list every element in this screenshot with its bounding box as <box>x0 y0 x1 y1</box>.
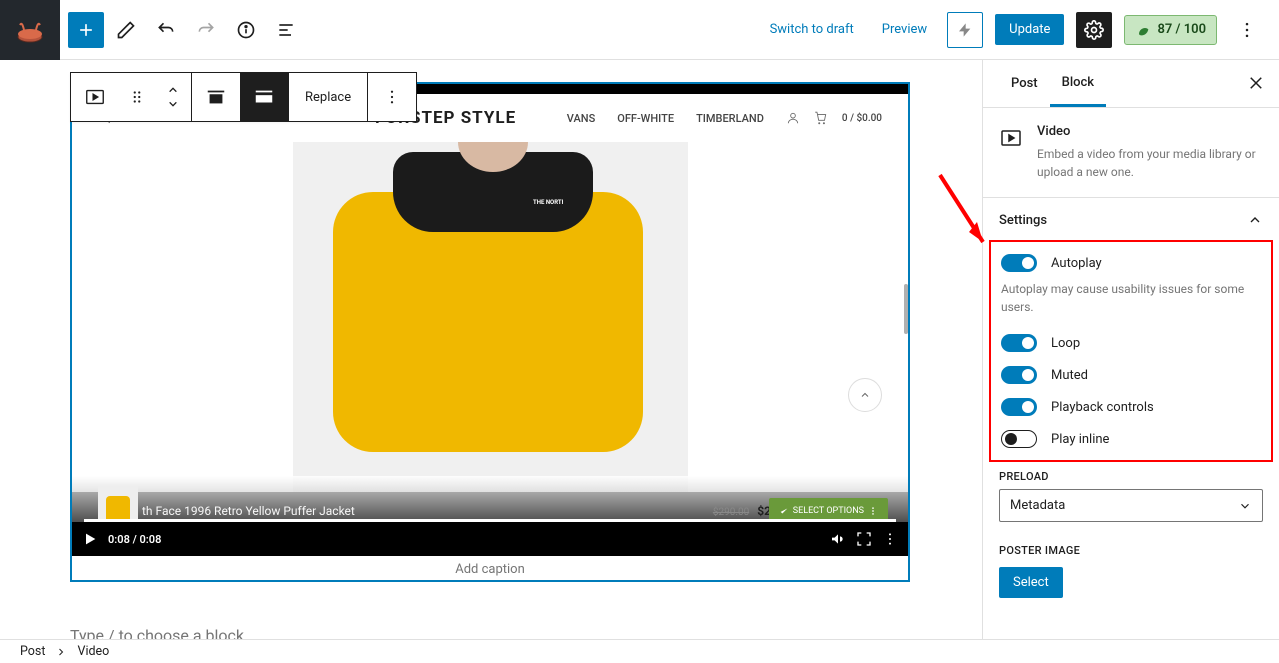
redo-button[interactable] <box>188 12 224 48</box>
edit-mode-button[interactable] <box>108 12 144 48</box>
price-old: $290.00 <box>713 507 749 518</box>
loop-label: Loop <box>1051 336 1080 351</box>
video-caption[interactable]: Add caption <box>72 556 908 580</box>
account-icon <box>786 111 800 125</box>
scroll-indicator <box>904 284 908 334</box>
block-description: Embed a video from your media library or… <box>1037 145 1263 181</box>
cart-total: 0 / $0.00 <box>842 113 882 124</box>
video-block[interactable]: AIR JORDAN YEEZY AIR FORCE 1 FORSTEP STY… <box>70 82 910 582</box>
info-button[interactable] <box>228 12 264 48</box>
loop-toggle[interactable] <box>1001 334 1037 352</box>
nav-link: OFF-WHITE <box>617 112 674 125</box>
close-sidebar-button[interactable] <box>1247 74 1265 92</box>
play-inline-toggle[interactable] <box>1001 430 1037 448</box>
autoplay-toggle[interactable] <box>1001 254 1037 272</box>
svg-text:THE NORTH FACE: THE NORTH FACE <box>533 199 563 206</box>
seo-score-text: 87 / 100 <box>1157 22 1206 37</box>
player-more-icon[interactable] <box>882 531 898 547</box>
breadcrumb-video[interactable]: Video <box>77 644 109 659</box>
preview-link[interactable]: Preview <box>874 16 935 43</box>
seo-score-badge[interactable]: 87 / 100 <box>1124 15 1217 45</box>
preload-select[interactable]: Metadata <box>999 489 1263 522</box>
play-icon[interactable] <box>82 531 98 547</box>
align-button[interactable] <box>192 73 240 121</box>
tab-post[interactable]: Post <box>999 62 1050 105</box>
wide-align-button[interactable] <box>240 73 288 121</box>
breadcrumb-post[interactable]: Post <box>20 644 45 659</box>
muted-label: Muted <box>1051 368 1088 383</box>
chevron-down-icon <box>1238 499 1252 513</box>
fullscreen-icon[interactable] <box>856 531 872 547</box>
volume-icon[interactable] <box>830 531 846 547</box>
replace-button[interactable]: Replace <box>289 73 367 121</box>
play-inline-label: Play inline <box>1051 432 1109 447</box>
more-options-button[interactable] <box>1229 12 1265 48</box>
product-area: THE NORTH FACE <box>72 142 908 492</box>
brand-logo[interactable] <box>0 0 60 60</box>
preload-label: PRELOAD <box>999 470 1263 483</box>
add-block-button[interactable] <box>68 12 104 48</box>
amp-button[interactable] <box>947 12 983 48</box>
settings-sidebar: Post Block Video Embed a video from your… <box>982 60 1279 641</box>
outline-button[interactable] <box>268 12 304 48</box>
breadcrumb: Post Video <box>0 639 1279 663</box>
update-button[interactable]: Update <box>995 14 1064 45</box>
block-title: Video <box>1037 124 1263 139</box>
chevron-right-icon <box>55 646 67 658</box>
chevron-up-icon <box>1247 212 1263 228</box>
video-icon <box>999 126 1023 150</box>
poster-image-label: POSTER IMAGE <box>999 544 1263 557</box>
autoplay-label: Autoplay <box>1051 256 1102 271</box>
nav-link: TIMBERLAND <box>696 112 764 125</box>
switch-to-draft-link[interactable]: Switch to draft <box>762 16 862 43</box>
tab-block[interactable]: Block <box>1050 61 1106 107</box>
playback-controls-label: Playback controls <box>1051 400 1154 415</box>
settings-panel-header[interactable]: Settings <box>983 198 1279 242</box>
block-toolbar: Replace <box>70 72 417 122</box>
scroll-top-button <box>848 378 882 412</box>
editor-canvas[interactable]: Replace AIR JORDAN YEEZY AIR FORCE 1 <box>0 60 982 641</box>
block-type-button[interactable] <box>71 73 119 121</box>
nav-link: VANS <box>567 112 595 125</box>
playback-controls-toggle[interactable] <box>1001 398 1037 416</box>
time-display: 0:08 / 0:08 <box>108 533 161 546</box>
product-title: th Face 1996 Retro Yellow Puffer Jacket <box>142 504 355 518</box>
undo-button[interactable] <box>148 12 184 48</box>
block-more-button[interactable] <box>368 73 416 121</box>
move-block-button[interactable] <box>155 73 191 121</box>
muted-toggle[interactable] <box>1001 366 1037 384</box>
autoplay-help-text: Autoplay may cause usability issues for … <box>1001 280 1261 316</box>
cart-icon <box>814 111 828 125</box>
settings-button[interactable] <box>1076 12 1112 48</box>
drag-handle[interactable] <box>119 73 155 121</box>
select-poster-button[interactable]: Select <box>999 567 1063 598</box>
